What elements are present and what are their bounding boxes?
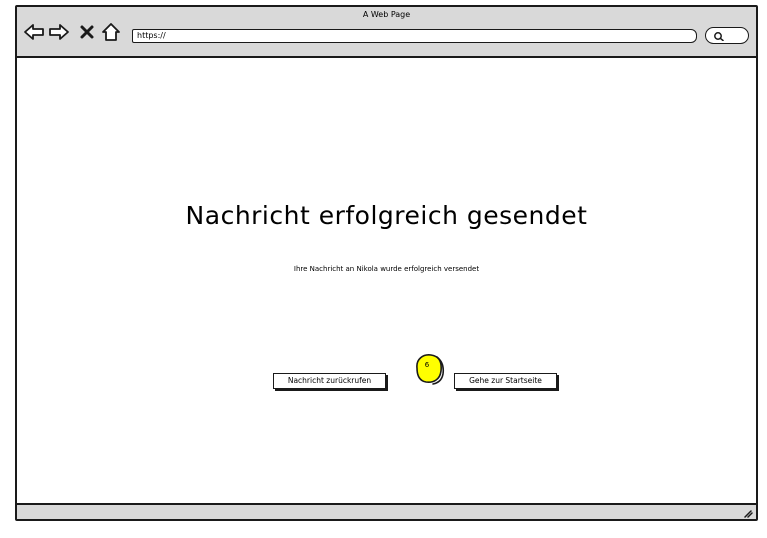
step-marker-number: 6 (424, 361, 430, 369)
go-home-button[interactable]: Gehe zur Startseite (454, 373, 557, 389)
forward-arrow-icon[interactable] (48, 22, 70, 42)
resize-grip-icon[interactable] (743, 508, 753, 518)
status-bar (17, 503, 756, 519)
recall-message-button[interactable]: Nachricht zurückrufen (273, 373, 386, 389)
page-title: Nachricht erfolgreich gesendet (185, 201, 588, 230)
back-arrow-icon[interactable] (23, 22, 45, 42)
address-bar[interactable]: https:// (132, 29, 697, 43)
browser-toolbar: A Web Page https:// (17, 7, 756, 58)
close-x-icon[interactable] (79, 22, 95, 42)
search-icon (714, 32, 724, 41)
window-title: A Web Page (362, 10, 411, 19)
home-icon[interactable] (101, 22, 121, 42)
browser-window: A Web Page https:// Nachricht erfolgreic… (15, 5, 758, 521)
page-content: Nachricht erfolgreich gesendet Ihre Nach… (17, 58, 756, 503)
search-button[interactable] (705, 27, 749, 44)
confirmation-message: Ihre Nachricht an Nikola wurde erfolgrei… (293, 265, 480, 273)
